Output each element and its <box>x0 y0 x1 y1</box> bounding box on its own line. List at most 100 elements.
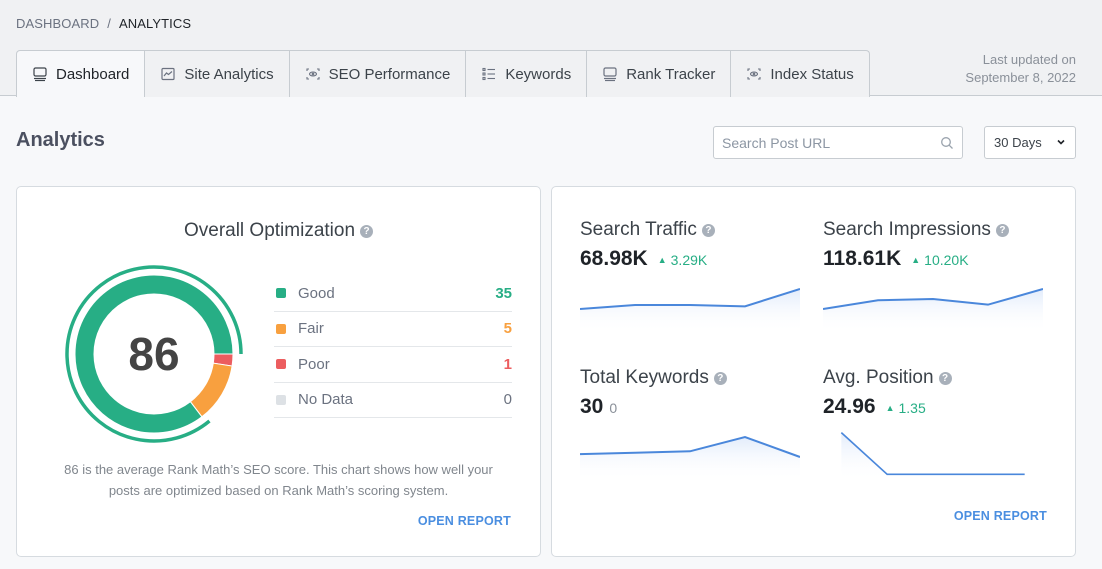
metric-value-row: 118.61K ▲ 10.20K <box>823 247 1043 271</box>
legend-item-good: Good 35 <box>274 276 512 312</box>
help-icon[interactable]: ? <box>360 225 374 238</box>
help-icon[interactable]: ? <box>701 224 715 237</box>
legend-label: Fair <box>298 320 324 338</box>
tab-seo-performance[interactable]: SEO Performance <box>289 50 467 97</box>
fair-swatch-icon <box>276 323 286 334</box>
legend-item-poor: Poor 1 <box>274 347 512 383</box>
metric-title: Total Keywords? <box>580 367 800 389</box>
tab-index-status[interactable]: Index Status <box>731 50 870 97</box>
optimization-score: 86 <box>128 328 180 380</box>
help-icon[interactable]: ? <box>713 372 727 385</box>
optimization-title: Overall Optimization? <box>17 220 540 242</box>
metric-value-row: 30 0 <box>580 395 800 419</box>
metric-title-text: Avg. Position <box>823 367 934 388</box>
list-icon <box>481 66 497 82</box>
legend-label: No Data <box>298 391 354 409</box>
legend-label: Poor <box>298 355 330 373</box>
metric-value-row: 68.98K ▲ 3.29K <box>580 247 800 271</box>
legend-value: 0 <box>503 391 512 409</box>
legend-value: 35 <box>495 284 512 302</box>
good-swatch-icon <box>276 288 286 299</box>
metric-delta: ▲ 10.20K <box>911 252 968 268</box>
tab-dashboard[interactable]: Dashboard <box>16 50 146 97</box>
breadcrumb-separator: / <box>107 16 111 31</box>
tab-keywords[interactable]: Keywords <box>466 50 588 97</box>
metric-title-text: Search Traffic <box>580 219 697 240</box>
avg-position-sparkline <box>840 432 1025 481</box>
arrow-up-icon: ▲ <box>911 255 921 265</box>
metric-title: Avg. Position? <box>823 367 1043 389</box>
metric-delta-value: 10.20K <box>924 252 969 268</box>
help-icon[interactable]: ? <box>938 372 952 385</box>
tab-rank-tracker[interactable]: Rank Tracker <box>587 50 732 97</box>
top-bar: DASHBOARD / ANALYTICS Dashboard Site Analy… <box>0 0 1102 97</box>
tab-label: Keywords <box>505 65 572 83</box>
legend-item-no-data: No Data 0 <box>274 383 512 418</box>
search-icon[interactable] <box>940 136 954 150</box>
tab-label: Dashboard <box>56 65 130 83</box>
tab-label: Rank Tracker <box>626 65 716 83</box>
no-data-swatch-icon <box>276 394 286 405</box>
metric-delta: ▲ 3.29K <box>658 252 708 268</box>
legend-item-fair: Fair 5 <box>274 312 512 347</box>
page-title: Analytics <box>16 129 105 151</box>
sparkline-area <box>823 289 1043 333</box>
last-updated: Last updated on September 8, 2022 <box>965 51 1076 87</box>
tab-label: Index Status <box>770 65 854 83</box>
avg-position-metric: Avg. Position? 24.96 ▲ 1.35 <box>823 367 1043 419</box>
metric-title: Search Impressions? <box>823 219 1043 241</box>
tab-bar: Dashboard Site Analytics SEO Performance… <box>16 50 870 97</box>
tab-label: SEO Performance <box>328 65 451 83</box>
metric-delta: ▲ 1.35 <box>886 400 926 416</box>
total-keywords-sparkline <box>580 435 800 481</box>
breadcrumb-dashboard-link[interactable]: DASHBOARD <box>16 16 99 31</box>
open-report-link[interactable]: OPEN REPORT <box>418 514 511 528</box>
legend-value: 5 <box>503 320 512 338</box>
metric-delta: 0 <box>609 400 618 416</box>
search-input[interactable] <box>722 134 940 151</box>
arrow-up-icon: ▲ <box>885 403 895 413</box>
poor-swatch-icon <box>276 359 286 370</box>
help-icon[interactable]: ? <box>995 224 1009 237</box>
overall-optimization-card: Overall Optimization? 86 Good 35 Fair 5 … <box>16 186 541 557</box>
metric-title-text: Search Impressions <box>823 219 991 240</box>
monitor-icon <box>602 66 618 82</box>
sparkline-area <box>580 289 800 333</box>
metric-delta-value: 3.29K <box>670 252 708 268</box>
search-traffic-sparkline <box>580 288 800 333</box>
metric-value: 24.96 <box>823 395 876 418</box>
optimization-title-text: Overall Optimization <box>183 220 356 241</box>
monitor-icon <box>32 66 48 82</box>
eye-scan-icon <box>746 66 762 82</box>
date-range-value: 30 Days <box>994 135 1042 150</box>
tab-label: Site Analytics <box>184 65 274 83</box>
optimization-legend: Good 35 Fair 5 Poor 1 No Data 0 <box>274 276 512 418</box>
metric-title: Search Traffic? <box>580 219 800 241</box>
search-impressions-metric: Search Impressions? 118.61K ▲ 10.20K <box>823 219 1043 271</box>
metrics-card: Search Traffic? 68.98K ▲ 3.29K Search Imp… <box>551 186 1076 557</box>
last-updated-label: Last updated on <box>982 52 1076 67</box>
metric-value-row: 24.96 ▲ 1.35 <box>823 395 1043 419</box>
metric-value: 30 <box>580 395 604 418</box>
optimization-description: 86 is the average Rank Math’s SEO score.… <box>64 462 493 498</box>
chevron-down-icon <box>1056 135 1066 150</box>
sparkline-area <box>580 437 800 481</box>
legend-label: Good <box>298 284 335 302</box>
metric-delta-value: 1.35 <box>898 400 926 416</box>
search-post-url[interactable] <box>713 126 963 159</box>
breadcrumb-current: ANALYTICS <box>118 16 192 31</box>
metric-title-text: Total Keywords <box>580 367 709 388</box>
search-traffic-metric: Search Traffic? 68.98K ▲ 3.29K <box>580 219 800 271</box>
search-impressions-sparkline <box>823 288 1043 333</box>
chart-line-icon <box>160 66 176 82</box>
last-updated-date: September 8, 2022 <box>965 70 1076 85</box>
metric-value: 118.61K <box>823 247 902 270</box>
eye-scan-icon <box>305 66 321 82</box>
breadcrumb: DASHBOARD / ANALYTICS <box>16 16 191 31</box>
arrow-up-icon: ▲ <box>657 255 667 265</box>
open-report-link[interactable]: OPEN REPORT <box>954 509 1047 523</box>
metric-value: 68.98K <box>580 247 648 270</box>
legend-value: 1 <box>503 355 512 373</box>
date-range-select[interactable]: 30 Days <box>984 126 1076 159</box>
tab-site-analytics[interactable]: Site Analytics <box>145 50 290 97</box>
